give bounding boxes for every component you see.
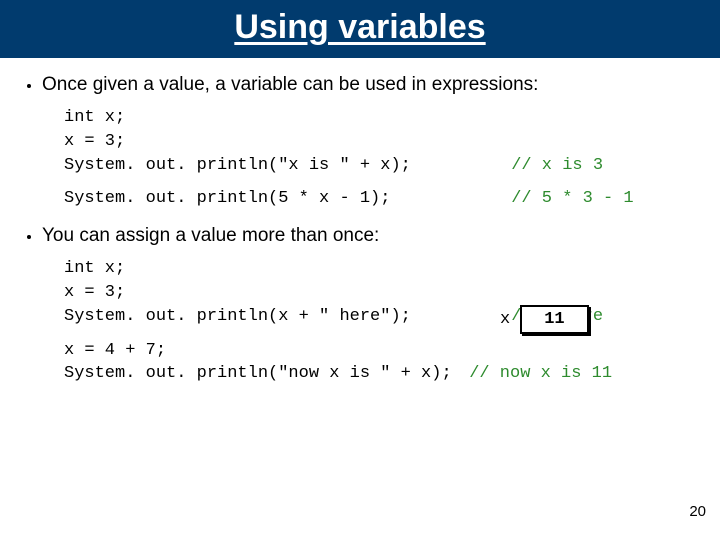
title-bar: Using variables [0,0,720,58]
slide-title: Using variables [0,8,720,47]
code1-l2: x = 3; [64,132,125,151]
slide-body: Once given a value, a variable can be us… [0,58,720,386]
code-block-2: int x; x = 3; System. out. println(x + "… [64,257,696,386]
code2-l1: int x; [64,259,125,278]
page-number: 20 [689,503,706,520]
code1-l4-comment: // 5 * 3 - 1 [511,187,661,211]
code2-l5a: System. out. println("now x is " + x); [64,362,459,386]
variable-name: x [500,305,520,334]
variable-box: x 11 [500,305,589,334]
code1-l3a: System. out. println("x is " + x); [64,154,434,178]
bullet-list: Once given a value, a variable can be us… [24,74,696,386]
code2-l3a: System. out. println(x + " here"); [64,305,434,329]
bullet-2: You can assign a value more than once: i… [42,225,696,386]
code1-l1: int x; [64,108,125,127]
variable-value: 11 [520,305,588,334]
code2-l4: x = 4 + 7; [64,341,166,360]
bullet-1: Once given a value, a variable can be us… [42,74,696,211]
code2-l5-comment: // now x is 11 [469,364,612,383]
code1-l3-comment: // x is 3 [511,154,661,178]
bullet-1-text: Once given a value, a variable can be us… [42,74,538,95]
bullet-2-text: You can assign a value more than once: [42,225,379,246]
code-block-1: int x; x = 3; System. out. println("x is… [64,106,696,211]
code1-l4a: System. out. println(5 * x - 1); [64,187,434,211]
code2-l2: x = 3; [64,283,125,302]
